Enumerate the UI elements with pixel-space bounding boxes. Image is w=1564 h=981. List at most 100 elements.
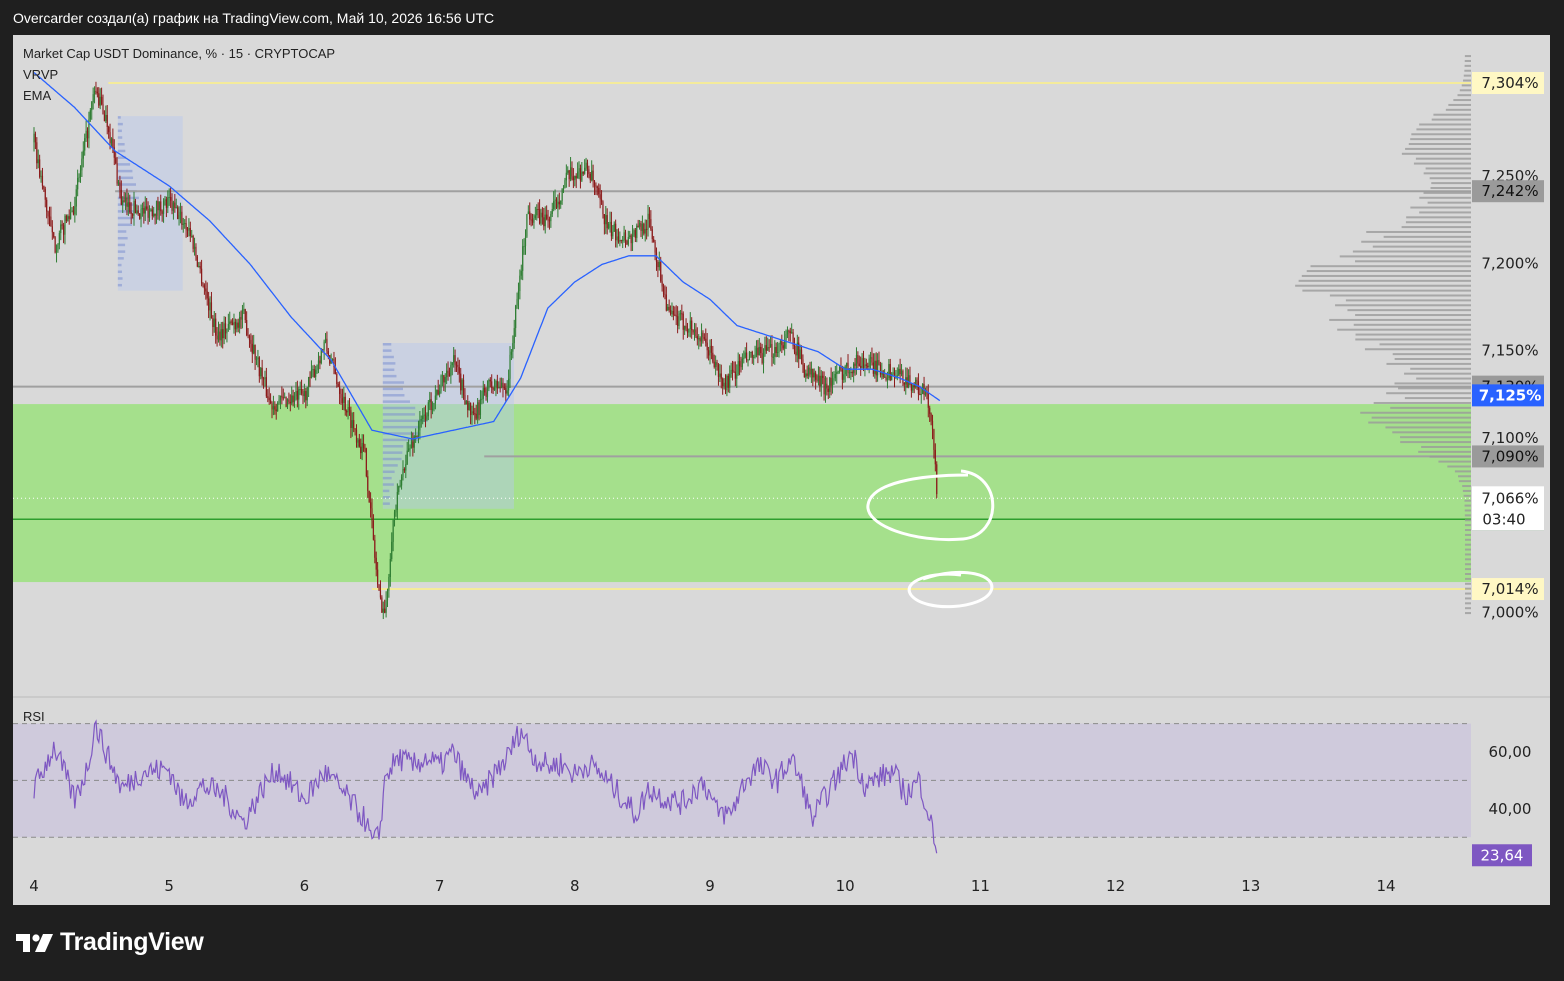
volume-profile-bar: [1392, 431, 1471, 434]
candle-body: [324, 338, 327, 342]
chart-canvas[interactable]: 7,250%7,200%7,150%7,100%7,000%7,304%7,24…: [13, 35, 1550, 905]
candle-body: [575, 175, 577, 179]
candle-body: [782, 345, 784, 349]
candle-body: [936, 464, 938, 495]
candle-body: [469, 402, 472, 415]
volume-profile-bar: [1306, 270, 1471, 273]
candle-body: [705, 338, 707, 343]
candle-body: [423, 414, 425, 416]
session-volume-bar: [117, 263, 122, 267]
candle-body: [854, 363, 856, 366]
candle-body: [429, 399, 431, 403]
candle-body: [778, 343, 780, 353]
volume-profile-bar: [1339, 255, 1471, 258]
volume-profile-bar: [1465, 607, 1471, 610]
rsi-tick-label: 60,00: [1489, 743, 1532, 761]
volume-profile-bar: [1464, 543, 1471, 546]
candle-body: [555, 199, 558, 208]
candle-body: [336, 373, 338, 384]
candle-body: [341, 398, 344, 403]
candle-body: [774, 346, 776, 357]
chart-area[interactable]: 7,250% 7,200% 7,150% 7,100% 7,000% 7,304% 7,24…: [13, 35, 1550, 905]
candle-body: [768, 347, 770, 349]
candle-body: [381, 597, 383, 613]
time-tick-label: 8: [570, 877, 580, 895]
candle-body: [368, 490, 370, 503]
price-level-badge-label: 7,125%: [1479, 386, 1541, 404]
volume-profile-bar: [1355, 314, 1471, 317]
candle-body: [834, 374, 836, 379]
candle-body: [186, 229, 189, 231]
price-level-badge-label: 7,242%: [1481, 182, 1538, 200]
candle-body: [654, 241, 656, 253]
candle-body: [53, 232, 55, 238]
session-volume-bar: [382, 413, 416, 416]
candle-body: [648, 213, 651, 220]
candle-body: [530, 219, 532, 221]
candle-body: [44, 188, 46, 200]
indicator-ema[interactable]: EMA: [23, 85, 335, 106]
candle-body: [468, 402, 470, 411]
candle-body: [295, 390, 297, 397]
candle-body: [624, 232, 627, 241]
candle-body: [434, 395, 436, 404]
volume-profile-bar: [1416, 377, 1471, 380]
candle-body: [650, 219, 652, 230]
candle-body: [185, 223, 187, 230]
candle-body: [323, 341, 325, 350]
candle-body: [876, 360, 879, 376]
candle-body: [667, 306, 669, 311]
candle-body: [319, 360, 321, 364]
candle-body: [564, 180, 566, 189]
candle-body: [243, 309, 245, 311]
session-volume-bar: [382, 394, 405, 397]
volume-profile-bar: [1373, 401, 1471, 404]
candle-body: [726, 375, 728, 391]
candle-body: [536, 208, 538, 216]
candle-body: [529, 211, 531, 220]
candle-body: [116, 163, 118, 184]
candle-body: [506, 390, 508, 394]
candle-body: [155, 201, 158, 216]
candle-body: [439, 391, 441, 395]
chart-legend: Market Cap USDT Dominance, % · 15 · CRYP…: [23, 43, 335, 106]
candle-body: [464, 395, 466, 405]
candle-body: [326, 338, 328, 352]
candle-body: [522, 246, 524, 271]
candle-body: [747, 359, 749, 361]
candle-body: [353, 420, 355, 429]
candle-body: [440, 376, 442, 392]
candle-body: [695, 329, 697, 337]
candle-body: [199, 265, 201, 269]
candle-body: [520, 270, 522, 276]
candle-body: [39, 159, 41, 177]
candle-body: [847, 362, 849, 373]
candle-body: [738, 361, 741, 367]
candle-body: [493, 386, 496, 390]
candle-body: [316, 364, 318, 370]
candle-body: [853, 363, 855, 374]
session-volume-bar: [117, 250, 126, 253]
candle-body: [103, 114, 106, 122]
session-volume-bar: [382, 476, 392, 480]
candle-body: [799, 349, 801, 359]
candle-body: [495, 381, 497, 387]
candle-body: [244, 309, 246, 321]
symbol-title[interactable]: Market Cap USDT Dominance, % · 15 · CRYP…: [23, 43, 335, 64]
candle-body: [82, 150, 84, 159]
candle-body: [762, 355, 765, 364]
candle-body: [164, 199, 166, 201]
candle-body: [284, 397, 286, 399]
candle-body: [554, 199, 556, 202]
candle-body: [310, 369, 313, 378]
candle-body: [251, 343, 253, 354]
candle-body: [193, 246, 196, 249]
candle-body: [764, 345, 766, 356]
candle-body: [671, 310, 673, 315]
rsi-pane-label[interactable]: RSI: [23, 709, 45, 724]
candle-body: [903, 382, 905, 385]
tradingview-logo[interactable]: TradingView: [16, 928, 204, 957]
volume-profile-bar: [1463, 494, 1471, 497]
candle-body: [339, 386, 341, 394]
indicator-vrvp[interactable]: VRVP: [23, 64, 335, 85]
